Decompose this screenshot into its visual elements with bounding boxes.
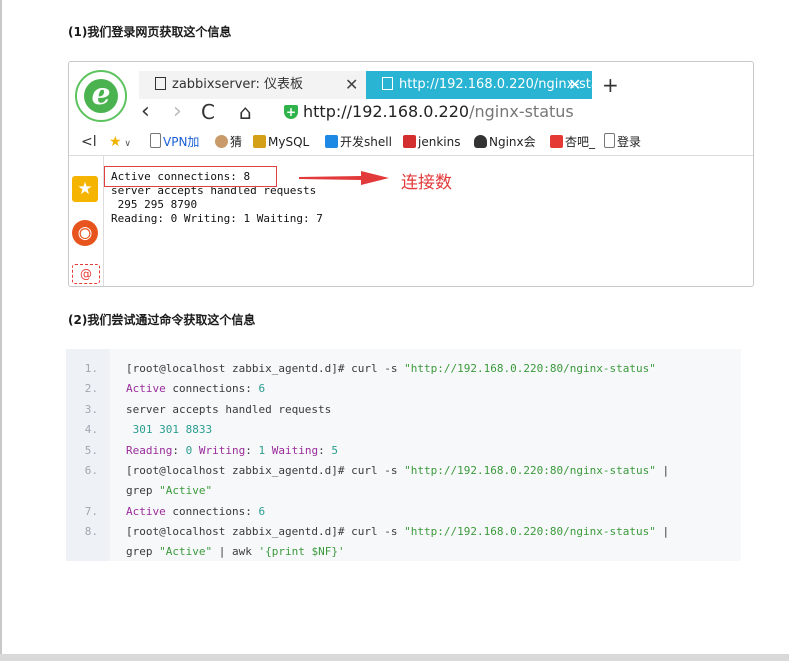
new-tab-button[interactable]: + — [602, 71, 619, 99]
highlight-box — [104, 166, 277, 187]
address-bar[interactable]: http://192.168.0.220/nginx-status — [303, 96, 574, 128]
close-icon[interactable]: ✕ — [345, 71, 358, 99]
page-bottom-edge — [0, 654, 789, 661]
code-line: [root@localhost zabbix_agentd.d]# curl -… — [126, 362, 656, 375]
page-icon — [155, 77, 166, 90]
avatar-icon — [215, 135, 228, 148]
url-path: /nginx-status — [469, 102, 574, 121]
line-number-gutter: 1. 2. 3. 4. 5. 6. 7. 8. — [66, 349, 110, 561]
status-reading-writing: Reading: 0 Writing: 1 Waiting: 7 — [111, 212, 323, 225]
tab-bar: e zabbixserver: 仪表板 ✕ http://192.168.0.2… — [69, 66, 753, 122]
line-number: 6. — [84, 464, 98, 477]
line-number: 8. — [84, 525, 98, 538]
penguin-icon — [474, 135, 487, 148]
bookmark-mysql[interactable]: MySQL — [253, 129, 309, 155]
bookmark-vpn[interactable]: VPN加 — [150, 129, 199, 155]
page-icon — [382, 77, 393, 90]
mysql-icon — [253, 135, 266, 148]
line-number: 4. — [84, 423, 98, 436]
step2-heading: (2)我们尝试通过命令获取这个信息 — [68, 313, 256, 327]
arrow-icon — [299, 171, 389, 185]
code-line: server accepts handled requests — [126, 403, 332, 416]
line-number: 1. — [84, 362, 98, 375]
back-button[interactable]: ‹ — [141, 96, 150, 128]
bookmark-nginx[interactable]: Nginx会 — [474, 129, 536, 155]
bookmark-guess[interactable]: 猜 — [215, 129, 242, 155]
browser-logo-icon: e — [75, 70, 127, 122]
favorites-star-icon[interactable]: ★ — [72, 176, 98, 202]
code-line: Active connections: 6 — [126, 382, 266, 395]
line-number: 7. — [84, 505, 98, 518]
annotation-connections: 连接数 — [401, 173, 452, 193]
tab-zabbixserver[interactable]: zabbixserver: 仪表板 ✕ — [139, 71, 366, 99]
browser-sidebar: ★ ◉ @ — [69, 156, 104, 286]
navigation-bar: ‹ › C ⌂ + http://192.168.0.220/nginx-sta… — [129, 96, 753, 128]
reload-button[interactable]: C — [201, 96, 215, 128]
code-line: Reading: 0 Writing: 1 Waiting: 5 — [126, 444, 338, 457]
shield-icon: + — [284, 105, 298, 119]
line-number: 5. — [84, 444, 98, 457]
jenkins-icon — [403, 135, 416, 148]
mail-icon[interactable]: @ — [72, 264, 100, 284]
code-line: 301 301 8833 — [126, 423, 213, 436]
code-line: [root@localhost zabbix_agentd.d]# curl -… — [126, 464, 670, 477]
code-line: Active connections: 6 — [126, 505, 266, 518]
bookmark-jenkins[interactable]: jenkins — [403, 129, 460, 155]
close-icon[interactable]: ✕ — [568, 71, 581, 99]
url-host: http://192.168.0.220 — [303, 102, 470, 121]
bookmark-login[interactable]: 登录 — [604, 129, 641, 155]
page-icon — [150, 133, 161, 148]
code-line: [root@localhost zabbix_agentd.d]# curl -… — [126, 525, 670, 538]
status-counts: 295 295 8790 — [111, 198, 198, 211]
browser-screenshot: e zabbixserver: 仪表板 ✕ http://192.168.0.2… — [68, 61, 754, 287]
tab-title: http://192.168.0.220/nginx-sta — [399, 77, 592, 92]
home-button[interactable]: ⌂ — [239, 96, 252, 128]
tab-nginx-status[interactable]: http://192.168.0.220/nginx-sta ✕ — [366, 71, 592, 99]
line-number: 2. — [84, 382, 98, 395]
sina-icon — [550, 135, 563, 148]
step1-heading: (1)我们登录网页获取这个信息 — [68, 25, 232, 39]
page-icon — [604, 133, 615, 148]
bookmark-xingba[interactable]: 杏吧_ — [550, 129, 595, 155]
page-left-edge — [0, 0, 2, 661]
shell-icon — [325, 135, 338, 148]
bookmark-dev-shell[interactable]: 开发shell — [325, 129, 392, 155]
tab-title: zabbixserver: 仪表板 — [172, 77, 304, 92]
bookmark-star-icon[interactable]: ★ ∨ — [109, 129, 131, 157]
code-block: 1. 2. 3. 4. 5. 6. 7. 8. [root@localhost … — [66, 349, 741, 561]
code-line: grep "Active" — [126, 484, 213, 497]
forward-button[interactable]: › — [173, 96, 182, 128]
bookmark-back-button[interactable]: <l — [81, 129, 97, 155]
weibo-icon[interactable]: ◉ — [72, 220, 98, 246]
code-line: grep "Active" | awk '{print $NF}' — [126, 545, 345, 558]
bookmarks-bar: <l ★ ∨ VPN加 猜 MySQL 开发shell jenkins Ngin… — [69, 129, 753, 156]
line-number: 3. — [84, 403, 98, 416]
